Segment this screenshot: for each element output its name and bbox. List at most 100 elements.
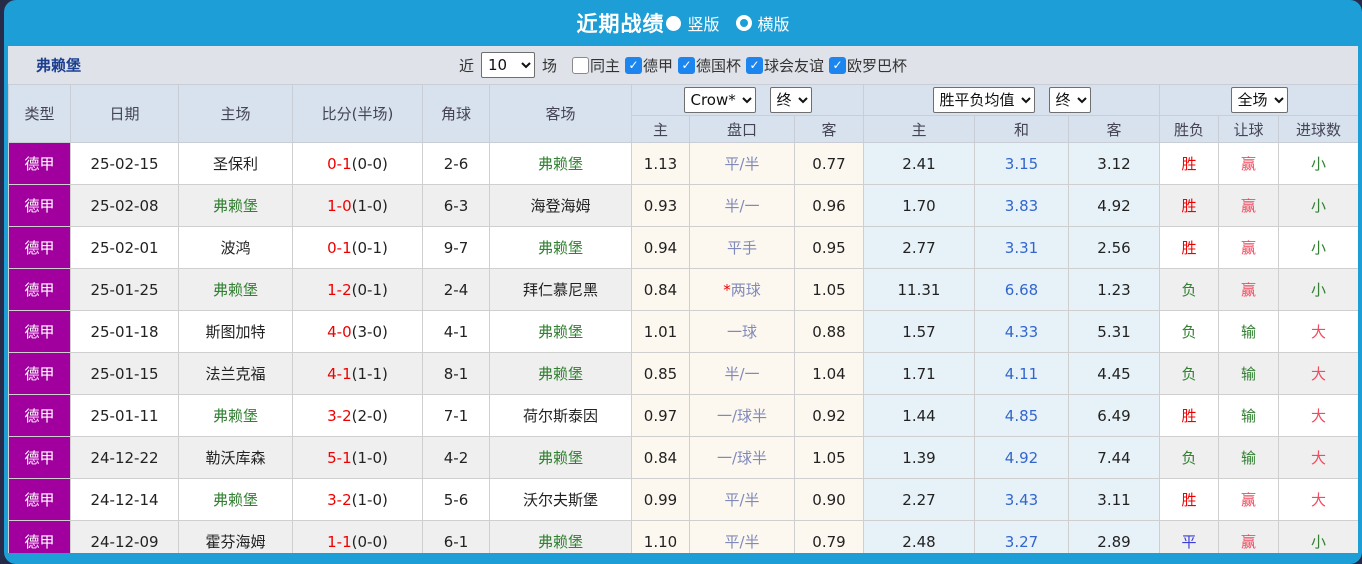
half-time-score: (1-1) bbox=[351, 364, 388, 383]
horizontal-radio[interactable] bbox=[735, 15, 752, 31]
table-row: 德甲 25-01-15 法兰克福 4-1(1-1) 8-1 弗赖堡 0.85 半/一 1.04 1… bbox=[8, 352, 1358, 395]
check-icon[interactable]: ✓ bbox=[829, 56, 847, 74]
cell-away-team: 弗赖堡 bbox=[489, 352, 632, 395]
cell-corners: 8-1 bbox=[422, 352, 490, 395]
cell-date: 25-02-01 bbox=[70, 226, 179, 269]
handicap-star-icon: * bbox=[723, 281, 731, 299]
cell-score: 1-1(0-0) bbox=[292, 520, 423, 553]
cell-league: 德甲 bbox=[8, 184, 71, 227]
team-name: 弗赖堡 bbox=[36, 56, 82, 75]
cell-score: 3-2(2-0) bbox=[292, 394, 423, 437]
cell-result: 胜 bbox=[1159, 478, 1219, 521]
cell-odds-home: 1.10 bbox=[631, 520, 690, 553]
cell-league: 德甲 bbox=[8, 268, 71, 311]
half-time-score: (1-0) bbox=[351, 196, 388, 215]
cell-home-team: 霍芬海姆 bbox=[178, 520, 293, 553]
cell-corners: 9-7 bbox=[422, 226, 490, 269]
full-time-score: 1-0 bbox=[327, 196, 352, 215]
col-header-odds-home: 主 bbox=[631, 115, 690, 143]
checkbox-unchecked-icon[interactable] bbox=[571, 56, 589, 74]
league-filter-club-friendly[interactable]: ✓ 球会友谊 bbox=[746, 55, 824, 76]
cell-handicap: 一/球半 bbox=[689, 394, 795, 437]
cell-date: 24-12-22 bbox=[70, 436, 179, 479]
cell-odds-away: 0.96 bbox=[794, 184, 864, 227]
cell-away-team: 弗赖堡 bbox=[489, 520, 632, 553]
cell-avg-draw: 4.33 bbox=[974, 310, 1069, 353]
cell-score: 4-0(3-0) bbox=[292, 310, 423, 353]
cell-avg-draw: 6.68 bbox=[974, 268, 1069, 311]
league-filter-europa[interactable]: ✓ 欧罗巴杯 bbox=[829, 55, 907, 76]
cell-handicap-result: 输 bbox=[1218, 352, 1279, 395]
vertical-radio-label[interactable]: 竖版 bbox=[687, 11, 719, 35]
col-header-avg-draw: 和 bbox=[974, 115, 1069, 143]
cell-avg-draw: 3.31 bbox=[974, 226, 1069, 269]
horizontal-radio-label[interactable]: 横版 bbox=[758, 11, 790, 35]
cell-score: 0-1(0-0) bbox=[292, 142, 423, 185]
cell-avg-draw: 3.83 bbox=[974, 184, 1069, 227]
cell-avg-away: 3.12 bbox=[1068, 142, 1160, 185]
cell-odds-home: 1.13 bbox=[631, 142, 690, 185]
results-table: 类型 日期 主场 比分(半场) 角球 客场 Crow* 终 胜平负均值 终 全场… bbox=[8, 84, 1358, 553]
cell-avg-draw: 4.85 bbox=[974, 394, 1069, 437]
cell-avg-draw: 4.11 bbox=[974, 352, 1069, 395]
col-header-home: 主场 bbox=[178, 84, 293, 143]
cell-result: 胜 bbox=[1159, 394, 1219, 437]
same-home-filter[interactable]: 同主 bbox=[571, 55, 620, 76]
handicap-text: 两球 bbox=[730, 281, 761, 299]
cell-goals: 大 bbox=[1277, 352, 1358, 395]
cell-away-team: 沃尔夫斯堡 bbox=[489, 478, 632, 521]
cell-handicap-result: 赢 bbox=[1218, 268, 1279, 311]
content-panel: 弗赖堡 近 10 场 同主 ✓ 德甲 ✓ 德国杯 ✓ 球会友谊 ✓ 欧罗巴杯 类… bbox=[8, 46, 1358, 553]
table-row: 德甲 24-12-09 霍芬海姆 1-1(0-0) 6-1 弗赖堡 1.10 平/半 0.79 2… bbox=[8, 520, 1358, 553]
recent-results-widget: 近期战绩 竖版 横版 弗赖堡 近 10 场 同主 ✓ 德甲 ✓ 德国杯 ✓ 球会… bbox=[4, 0, 1362, 564]
league-label: 欧罗巴杯 bbox=[847, 56, 908, 75]
col-header-away: 客场 bbox=[489, 84, 632, 143]
cell-odds-home: 0.94 bbox=[631, 226, 690, 269]
league-filter-dfb-cup[interactable]: ✓ 德国杯 bbox=[678, 55, 741, 76]
cell-date: 25-01-15 bbox=[70, 352, 179, 395]
full-time-score: 3-2 bbox=[327, 490, 352, 509]
cell-corners: 6-1 bbox=[422, 520, 490, 553]
bookmaker-select[interactable]: Crow* bbox=[683, 87, 756, 113]
cell-avg-away: 5.31 bbox=[1068, 310, 1160, 353]
cell-odds-away: 0.79 bbox=[794, 520, 864, 553]
bookmaker-state-select[interactable]: 终 bbox=[769, 87, 812, 113]
cell-handicap-result: 输 bbox=[1218, 310, 1279, 353]
half-time-score: (0-1) bbox=[351, 280, 388, 299]
avg-select[interactable]: 胜平负均值 bbox=[932, 87, 1035, 113]
col-header-odds-away: 客 bbox=[794, 115, 864, 143]
cell-handicap: 一球 bbox=[689, 310, 795, 353]
league-filter-bundesliga[interactable]: ✓ 德甲 bbox=[624, 55, 673, 76]
cell-handicap-result: 输 bbox=[1218, 394, 1279, 437]
cell-odds-home: 0.97 bbox=[631, 394, 690, 437]
odds-group-header: Crow* 终 bbox=[631, 84, 864, 116]
cell-score: 3-2(1-0) bbox=[292, 478, 423, 521]
matches-label: 场 bbox=[541, 56, 557, 75]
match-count-select[interactable]: 10 bbox=[480, 52, 535, 78]
scope-select[interactable]: 全场 bbox=[1230, 87, 1288, 113]
check-icon[interactable]: ✓ bbox=[624, 56, 642, 74]
col-header-handicap: 盘口 bbox=[689, 115, 795, 143]
cell-result: 负 bbox=[1159, 436, 1219, 479]
cell-away-team: 弗赖堡 bbox=[489, 142, 632, 185]
cell-odds-away: 0.88 bbox=[794, 310, 864, 353]
same-home-label: 同主 bbox=[589, 56, 620, 75]
half-time-score: (3-0) bbox=[351, 322, 388, 341]
league-label: 德甲 bbox=[642, 56, 673, 75]
check-icon[interactable]: ✓ bbox=[678, 56, 695, 74]
check-icon[interactable]: ✓ bbox=[746, 56, 764, 74]
vertical-radio[interactable] bbox=[666, 15, 682, 31]
cell-corners: 7-1 bbox=[422, 394, 490, 437]
cell-date: 25-01-18 bbox=[70, 310, 179, 353]
cell-avg-home: 1.70 bbox=[863, 184, 975, 227]
cell-avg-away: 1.23 bbox=[1068, 268, 1160, 311]
cell-corners: 4-1 bbox=[422, 310, 490, 353]
cell-handicap: 一/球半 bbox=[689, 436, 795, 479]
cell-score: 1-2(0-1) bbox=[292, 268, 423, 311]
handicap-text: 半/一 bbox=[724, 365, 760, 383]
avg-state-select[interactable]: 终 bbox=[1048, 87, 1091, 113]
cell-odds-away: 0.90 bbox=[794, 478, 864, 521]
cell-corners: 2-6 bbox=[422, 142, 490, 185]
table-row: 德甲 25-02-15 圣保利 0-1(0-0) 2-6 弗赖堡 1.13 平/半 0.77 2.… bbox=[8, 142, 1358, 185]
cell-avg-home: 2.48 bbox=[863, 520, 975, 553]
